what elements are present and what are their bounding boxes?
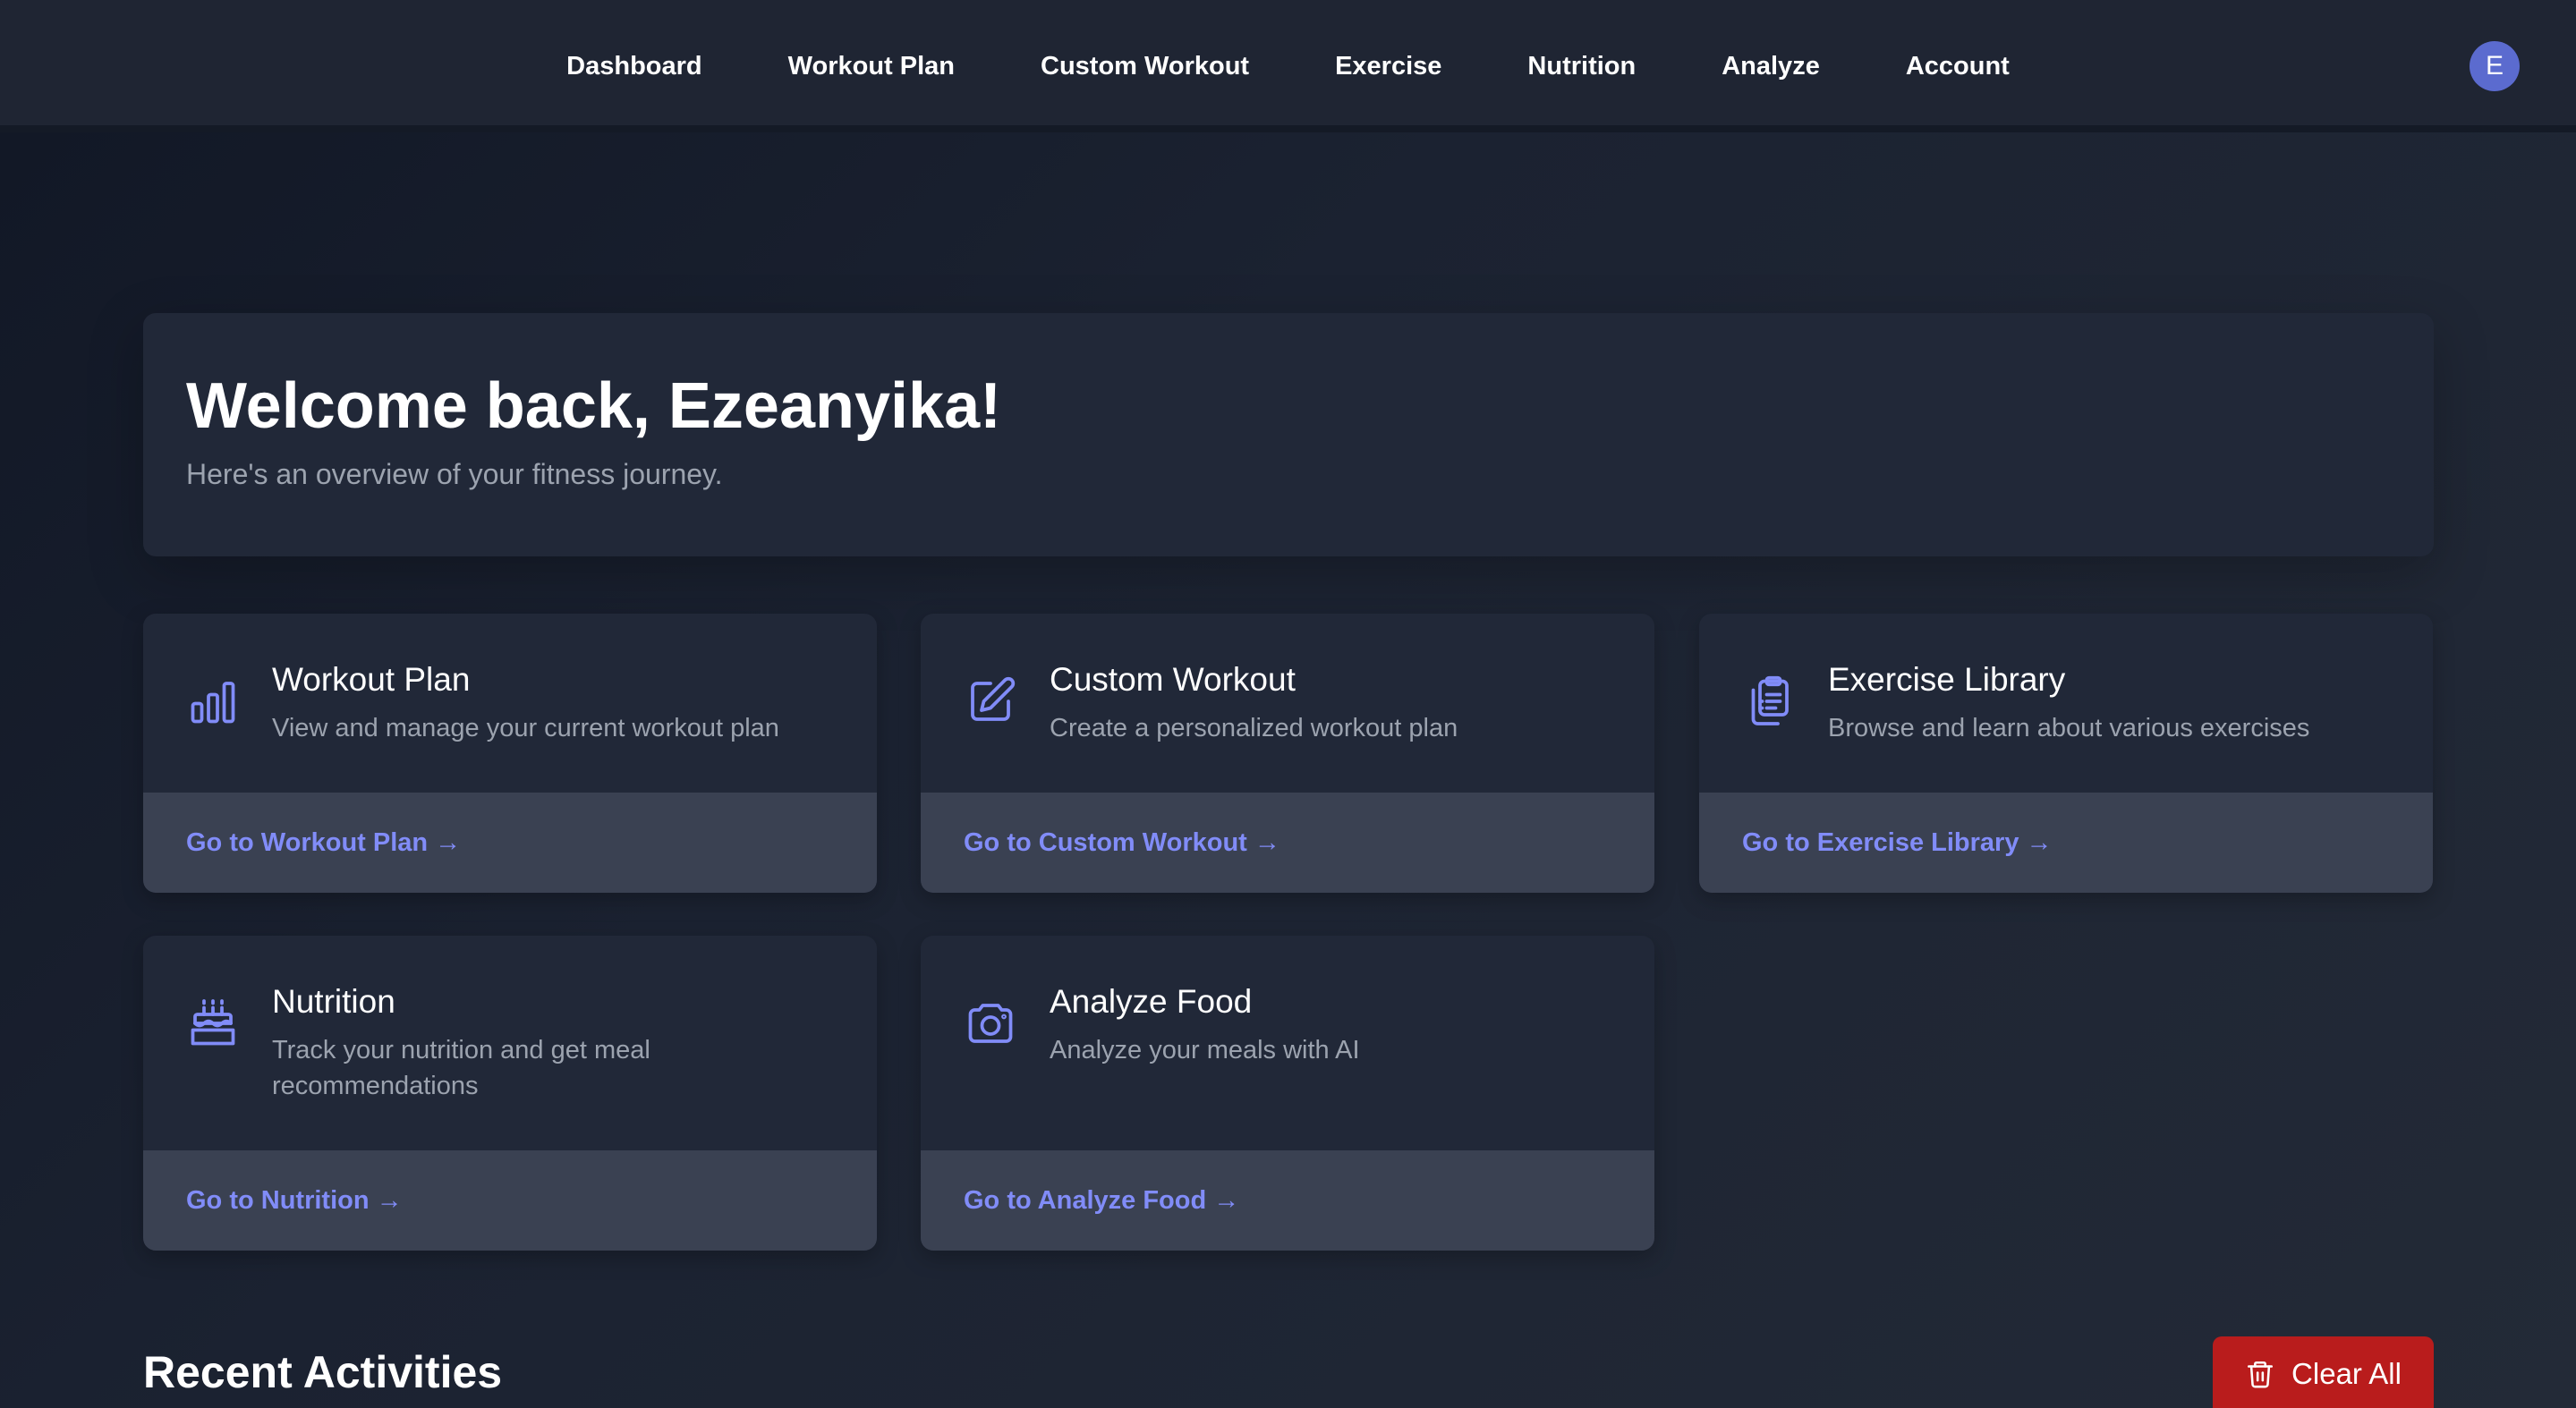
card-exercise-library: Exercise Library Browse and learn about …: [1699, 614, 2433, 893]
go-to-exercise-library-link[interactable]: Go to Exercise Library →: [1742, 828, 2053, 858]
go-to-custom-workout-link[interactable]: Go to Custom Workout →: [964, 828, 1280, 858]
nav-nutrition[interactable]: Nutrition: [1484, 52, 1679, 81]
nav-dashboard[interactable]: Dashboard: [523, 52, 744, 81]
card-body: Exercise Library Browse and learn about …: [1699, 614, 2433, 746]
card-workout-plan: Workout Plan View and manage your curren…: [143, 614, 877, 893]
clipboard-icon: [1742, 674, 1796, 728]
dashboard-page: Dashboard Workout Plan Custom Workout Ex…: [0, 0, 2576, 1408]
welcome-title: Welcome back, Ezeanyika!: [186, 370, 1002, 442]
card-title: Custom Workout: [1050, 661, 1296, 698]
card-nutrition: Nutrition Track your nutrition and get m…: [143, 936, 877, 1251]
card-body: Custom Workout Create a personalized wor…: [921, 614, 1654, 746]
card-title: Analyze Food: [1050, 983, 1253, 1020]
user-avatar[interactable]: E: [2470, 41, 2520, 91]
card-footer: Go to Workout Plan →: [143, 793, 877, 893]
card-description: Track your nutrition and get meal recomm…: [272, 1036, 650, 1100]
go-to-analyze-food-link[interactable]: Go to Analyze Food →: [964, 1186, 1239, 1216]
clear-all-button[interactable]: Clear All: [2213, 1336, 2434, 1408]
card-footer: Go to Nutrition →: [143, 1150, 877, 1251]
card-body: Workout Plan View and manage your curren…: [143, 614, 877, 746]
card-description: Create a personalized workout plan: [1050, 714, 1458, 742]
card-analyze-food: Analyze Food Analyze your meals with AI …: [921, 936, 1654, 1251]
nav-exercise[interactable]: Exercise: [1292, 52, 1484, 81]
nav-workout-plan[interactable]: Workout Plan: [745, 52, 998, 81]
card-footer: Go to Analyze Food →: [921, 1150, 1654, 1251]
card-description: Analyze your meals with AI: [1050, 1036, 1360, 1064]
top-navbar: Dashboard Workout Plan Custom Workout Ex…: [0, 0, 2576, 132]
recent-activities-title: Recent Activities: [143, 1347, 503, 1397]
bar-chart-icon: [186, 674, 240, 728]
card-description: Browse and learn about various exercises: [1828, 714, 2310, 742]
card-body: Nutrition Track your nutrition and get m…: [143, 936, 877, 1104]
pencil-icon: [964, 674, 1017, 728]
welcome-card: Welcome back, Ezeanyika! Here's an overv…: [143, 313, 2434, 556]
card-footer: Go to Exercise Library →: [1699, 793, 2433, 893]
trash-icon: [2245, 1359, 2275, 1389]
card-title: Nutrition: [272, 983, 395, 1020]
go-to-workout-plan-link[interactable]: Go to Workout Plan →: [186, 828, 461, 858]
camera-icon: [964, 997, 1017, 1050]
card-footer: Go to Custom Workout →: [921, 793, 1654, 893]
card-title: Workout Plan: [272, 661, 471, 698]
card-custom-workout: Custom Workout Create a personalized wor…: [921, 614, 1654, 893]
nav-analyze[interactable]: Analyze: [1679, 52, 1863, 81]
cake-icon: [186, 997, 240, 1050]
card-title: Exercise Library: [1828, 661, 2066, 698]
clear-all-label: Clear All: [2291, 1357, 2402, 1390]
go-to-nutrition-link[interactable]: Go to Nutrition →: [186, 1186, 403, 1216]
card-body: Analyze Food Analyze your meals with AI: [921, 936, 1654, 1068]
welcome-subtitle: Here's an overview of your fitness journ…: [186, 458, 723, 490]
nav-custom-workout[interactable]: Custom Workout: [998, 52, 1292, 81]
nav-links: Dashboard Workout Plan Custom Workout Ex…: [0, 0, 2576, 132]
nav-account[interactable]: Account: [1863, 52, 2053, 81]
card-description: View and manage your current workout pla…: [272, 714, 779, 742]
